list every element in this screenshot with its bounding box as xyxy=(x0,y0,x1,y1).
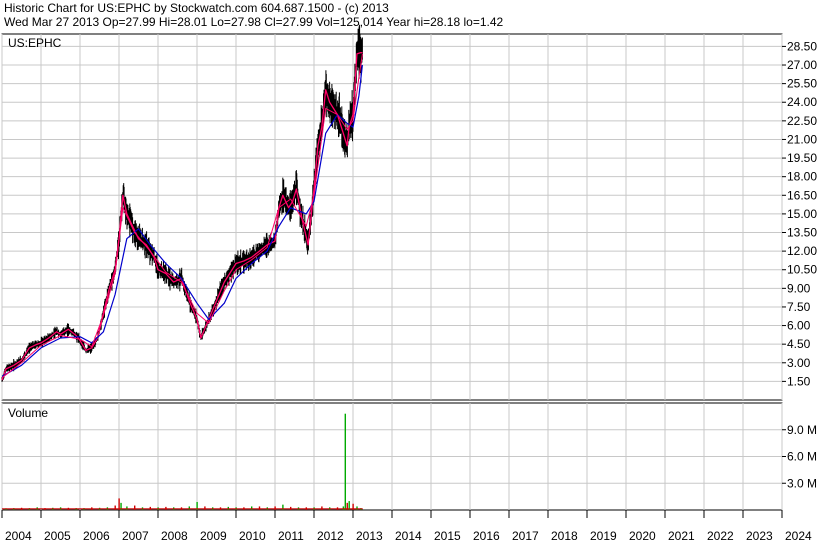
volume-y-tick-label: 3.0 M xyxy=(787,476,817,490)
x-tick-label: 2024 xyxy=(785,529,812,543)
x-tick-label: 2016 xyxy=(473,529,500,543)
price-y-tick-label: 6.00 xyxy=(787,319,811,333)
price-y-tick-label: 10.50 xyxy=(787,263,817,277)
x-tick-label: 2009 xyxy=(200,529,227,543)
x-tick-label: 2021 xyxy=(668,529,695,543)
price-y-tick-label: 16.50 xyxy=(787,188,817,202)
price-y-tick-label: 22.50 xyxy=(787,114,817,128)
price-y-tick-label: 15.00 xyxy=(787,207,817,221)
x-tick-label: 2006 xyxy=(83,529,110,543)
price-y-tick-label: 25.50 xyxy=(787,77,817,91)
x-tick-label: 2015 xyxy=(434,529,461,543)
x-tick-label: 2005 xyxy=(44,529,71,543)
price-y-tick-label: 3.00 xyxy=(787,356,811,370)
x-tick-label: 2014 xyxy=(395,529,422,543)
price-y-tick-label: 28.50 xyxy=(787,39,817,53)
x-tick-label: 2010 xyxy=(239,529,266,543)
x-tick-label: 2023 xyxy=(746,529,773,543)
x-tick-label: 2022 xyxy=(707,529,734,543)
price-y-tick-label: 12.00 xyxy=(787,244,817,258)
price-y-tick-label: 24.00 xyxy=(787,95,817,109)
volume-panel-title: Volume xyxy=(8,406,48,420)
volume-y-tick-label: 9.0 M xyxy=(787,423,817,437)
x-tick-label: 2018 xyxy=(551,529,578,543)
x-tick-label: 2017 xyxy=(512,529,539,543)
price-y-tick-label: 4.50 xyxy=(787,337,811,351)
x-tick-label: 2012 xyxy=(317,529,344,543)
x-tick-label: 2004 xyxy=(5,529,32,543)
x-tick-label: 2011 xyxy=(278,529,304,543)
volume-bar xyxy=(344,413,346,510)
x-tick-label: 2019 xyxy=(590,529,617,543)
price-y-tick-label: 9.00 xyxy=(787,281,811,295)
price-volume-chart: 2004 2005 2006 2007 2008 2009 2010 2011 2012 2013… xyxy=(1,24,817,543)
price-y-tick-label: 1.50 xyxy=(787,374,811,388)
price-y-tick-label: 7.50 xyxy=(787,300,811,314)
x-tick-label: 2008 xyxy=(161,529,188,543)
price-series-label: US:EPHC xyxy=(8,36,62,50)
x-tick-label: 2007 xyxy=(122,529,149,543)
price-y-tick-label: 19.50 xyxy=(787,151,817,165)
price-y-tick-label: 21.00 xyxy=(787,132,817,146)
price-y-tick-label: 18.00 xyxy=(787,170,817,184)
volume-baseline-band xyxy=(2,508,363,510)
price-y-tick-label: 27.00 xyxy=(787,58,817,72)
x-tick-label: 2013 xyxy=(356,529,383,543)
volume-y-tick-label: 6.0 M xyxy=(787,450,817,464)
price-y-tick-label: 13.50 xyxy=(787,226,817,240)
x-tick-label: 2020 xyxy=(629,529,656,543)
